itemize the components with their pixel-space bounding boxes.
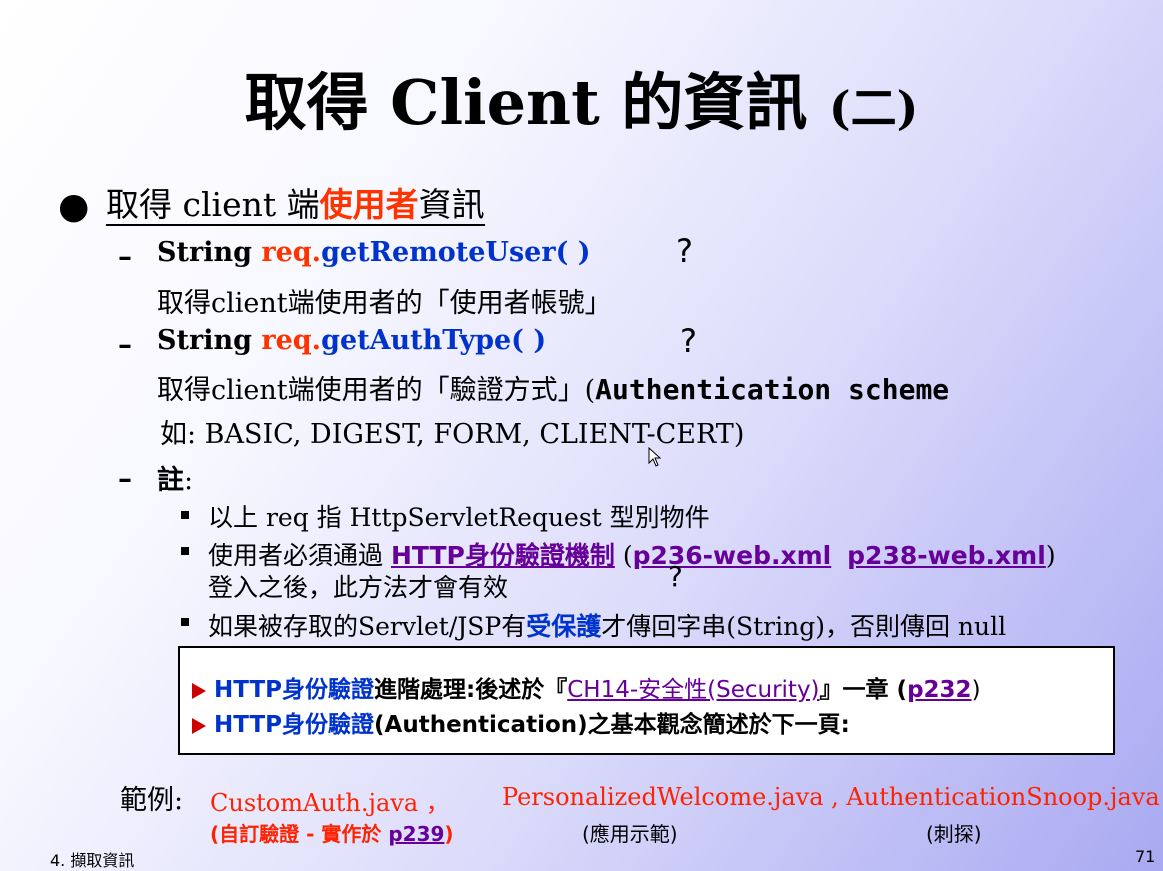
p232-link[interactable]: p232 [907,677,971,703]
dash-marker: – [118,462,132,495]
square-bullet-icon [181,618,189,626]
ch14-security-link[interactable]: CH14-安全性(Security) [567,677,819,703]
note-protected: 如果被存取的Servlet/JSP有受保護才傳回字串(String)，否則傳回 … [208,612,1007,641]
dash-marker: – [118,240,132,273]
getremoteuser-description: 取得client端使用者的「使用者帳號」 [157,288,612,319]
question-mark-annotation: ? [676,232,693,270]
method-getauthtype: String req.getAuthType( ) [157,325,547,356]
p236-link[interactable]: p236-web.xml [633,541,832,570]
question-mark-annotation: ? [680,322,697,360]
square-bullet-icon [181,547,189,555]
bullet-dot-icon: ● [58,186,90,227]
examples-label: 範例: [120,785,184,816]
arrow-right-icon [192,717,206,734]
info-box-line2: HTTP身份驗證(Authentication)之基本觀念簡述於下一頁: [192,705,850,739]
p239-link[interactable]: p239 [388,822,444,846]
example-caption-1: (自訂驗證 - 實作於 p239) [210,822,454,846]
getauthtype-description: 取得client端使用者的「驗證方式」(Authentication schem… [157,373,950,406]
main-bullet-text: 取得 client 端使用者資訊 [106,185,485,226]
footer-page-number: 71 [1135,847,1156,866]
footer-chapter: 4. 擷取資訊 [50,851,135,870]
note-auth-required: 使用者必須通過 HTTP身份驗證機制 (p236-web.xml p238-we… [208,541,1056,570]
note-label: 註: [157,465,194,496]
question-mark-annotation: ? [668,560,683,593]
p238-link[interactable]: p238-web.xml [847,541,1046,570]
auth-scheme-values: 如: BASIC, DIGEST, FORM, CLIENT-CERT) [160,419,745,450]
mouse-cursor-icon [648,446,662,471]
note-auth-required-line2: 登入之後，此方法才會有效 [208,573,509,602]
info-box-line1: HTTP身份驗證進階處理:後述於『CH14-安全性(Security)』一章 (… [192,670,981,704]
dash-marker: – [118,328,132,361]
square-bullet-icon [181,511,189,519]
slide-title: 取得 Client 的資訊 (二) [244,66,919,139]
example-caption-2: (應用示範) [582,822,678,846]
example-caption-3: (刺探) [926,822,982,846]
example-files-other: PersonalizedWelcome.java , Authenticatio… [502,783,1160,811]
example-file-customauth: CustomAuth.java ， [210,789,450,817]
method-getremoteuser: String req.getRemoteUser( ) [157,237,591,268]
note-req-type: 以上 req 指 HttpServletRequest 型別物件 [208,503,710,532]
http-auth-link[interactable]: HTTP身份驗證機制 [391,541,615,570]
arrow-right-icon [192,682,206,699]
